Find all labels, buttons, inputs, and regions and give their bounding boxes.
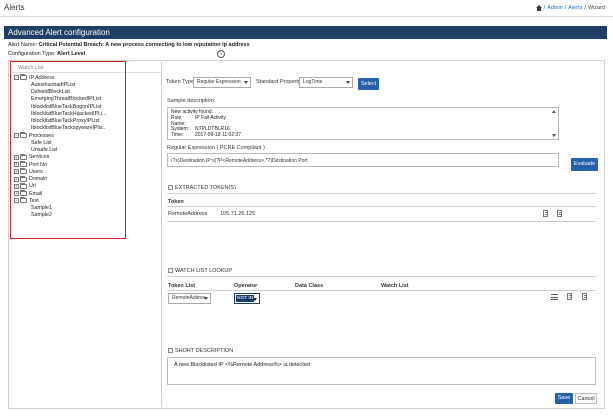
highlight-box: [10, 61, 126, 239]
home-icon[interactable]: [535, 5, 542, 11]
divider: [167, 290, 596, 291]
breadcrumb-admin[interactable]: Admin: [547, 5, 563, 11]
chevron-down-icon: [253, 298, 257, 301]
extracted-tokens-checkbox[interactable]: [168, 185, 173, 190]
alert-name-label: Alert Name:: [8, 42, 38, 48]
extracted-tokens-label: EXTRACTED TOKEN(S): [175, 185, 236, 191]
alert-name: Alert Name: Critical Potential Breach: A…: [8, 42, 250, 48]
sample-description-box[interactable]: New activity found: Rule Name: IP Fail Ac…: [167, 107, 559, 140]
top-bar: Alerts / Admin / Alerts / Wizard: [0, 0, 613, 17]
watch-lookup-label: WATCH LIST LOOKUP: [175, 268, 233, 274]
operator-select[interactable]: NOT IN: [234, 293, 260, 304]
divider: [167, 221, 596, 222]
token-list-value: RemoteAddres: [172, 295, 206, 301]
token-list-select[interactable]: RemoteAddres: [168, 293, 211, 304]
token-type-label: Token Type: [166, 79, 195, 85]
breadcrumb-wizard: Wizard: [587, 5, 605, 11]
regex-input[interactable]: (?s)Destination IP:s(?P<RemoteAddress>.*…: [167, 153, 559, 167]
token-value: 105.71.26.125: [220, 211, 256, 217]
section-header: Advanced Alert configuration: [4, 26, 607, 39]
chevron-down-icon: [244, 81, 248, 84]
sample-row: Time: 2017-09-18 11:02:37: [171, 132, 555, 139]
standard-property-select[interactable]: LogTime: [299, 77, 353, 88]
token-name: RemoteAddress: [168, 211, 208, 217]
standard-property-value: LogTime: [303, 79, 323, 85]
short-description-input[interactable]: A new Blacklisted IP <%Remote Address%> …: [167, 357, 596, 385]
copy-icon[interactable]: [543, 210, 548, 217]
save-button[interactable]: Save: [555, 393, 573, 404]
config-type-label: Configuration Type:: [8, 51, 56, 57]
page-title: Advanced Alert configuration: [8, 28, 110, 37]
token-type-value: Regular Expression: [197, 79, 241, 85]
sample-description-label: Sample description:: [167, 98, 216, 104]
evaluate-button[interactable]: Evaluate: [571, 158, 598, 171]
col-operator: Operator: [234, 283, 258, 289]
delete-icon[interactable]: [582, 293, 587, 300]
chevron-down-icon: [204, 297, 208, 300]
list-icon[interactable]: [551, 294, 558, 300]
divider: [167, 206, 596, 207]
scroll-down-icon[interactable]: [552, 134, 556, 137]
config-type: Configuration Type: Alert Level: [8, 51, 85, 57]
breadcrumb-alerts[interactable]: Alerts: [568, 5, 582, 11]
scrollbar[interactable]: [552, 109, 557, 138]
alert-name-value: Critical Potential Breach: A new process…: [38, 42, 250, 48]
token-column-header: Token: [168, 199, 184, 205]
divider: [167, 276, 596, 277]
operator-value: NOT IN: [236, 295, 254, 302]
sample-value: 2017-09-18 11:02:37: [195, 132, 242, 139]
breadcrumb: / Admin / Alerts / Wizard: [535, 5, 605, 11]
scroll-up-icon[interactable]: [552, 110, 556, 113]
col-token-list: Token List: [168, 283, 196, 289]
breadcrumb-sep: /: [584, 5, 586, 11]
divider: [167, 193, 596, 194]
breadcrumb-sep: /: [564, 5, 567, 11]
short-description-checkbox[interactable]: [168, 348, 173, 353]
col-watch-list: Watch List: [381, 283, 409, 289]
sample-key: Time:: [171, 132, 184, 139]
breadcrumb-sep: /: [543, 5, 546, 11]
select-button[interactable]: Select: [358, 78, 379, 90]
short-description-label: SHORT DESCRIPTION: [175, 348, 234, 354]
config-type-value: Alert Level: [57, 51, 86, 57]
watch-lookup-checkbox[interactable]: [168, 268, 173, 273]
cancel-button[interactable]: Cancel: [575, 393, 597, 404]
copy-icon[interactable]: [567, 293, 572, 300]
app-title: Alerts: [4, 3, 25, 12]
standard-property-label: Standard Property: [256, 79, 301, 85]
col-data-class: Data Class: [295, 283, 324, 289]
info-icon[interactable]: i: [217, 50, 225, 58]
chevron-down-icon: [346, 81, 350, 84]
token-type-select[interactable]: Regular Expression: [193, 77, 251, 88]
regex-label: Regular Expression ( PCRE Compliant ): [167, 145, 265, 151]
document-icon[interactable]: [557, 210, 562, 217]
